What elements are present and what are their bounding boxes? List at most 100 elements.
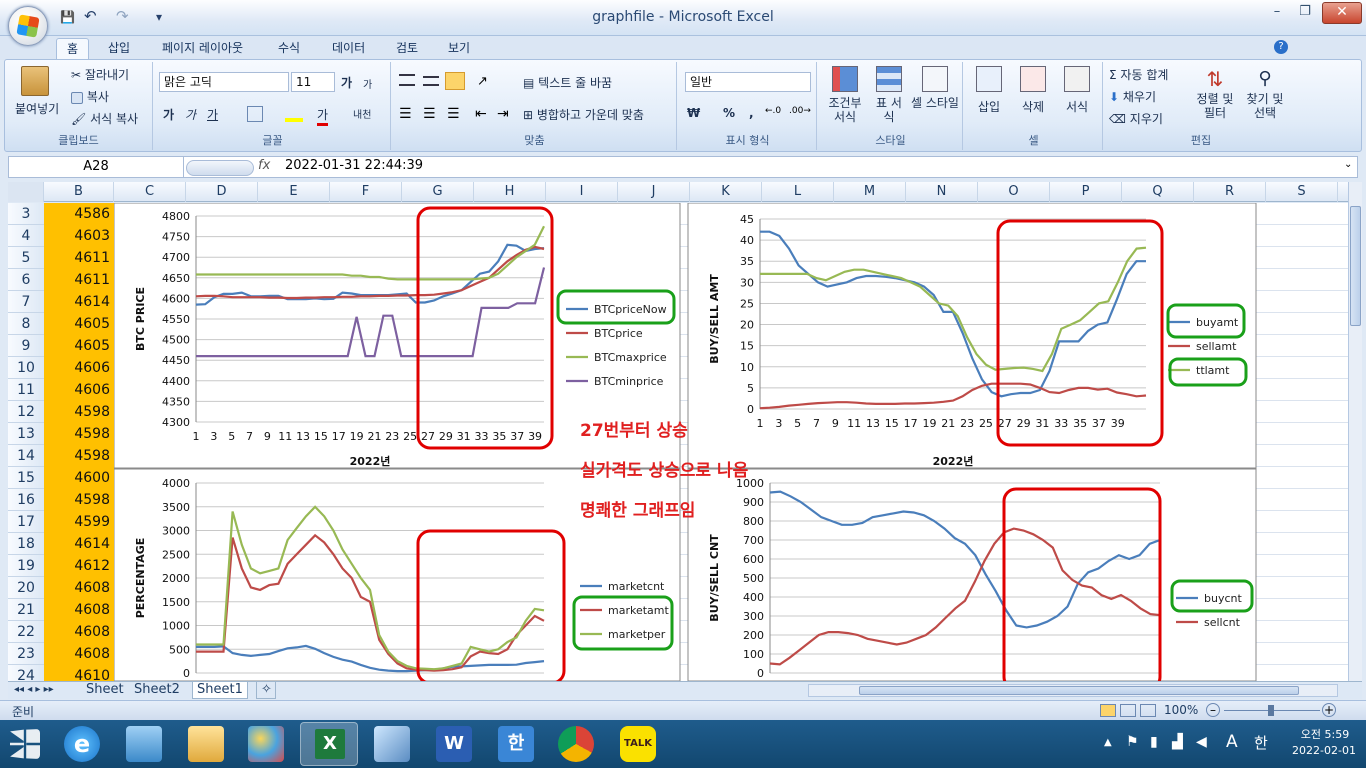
font-size-select[interactable]: 11	[291, 72, 335, 92]
col-header-h[interactable]: H	[474, 182, 546, 202]
wrap-text-button[interactable]: ▤ 텍스트 줄 바꿈	[523, 74, 612, 91]
cell-styles-button[interactable]: 셀 스타일	[911, 66, 959, 110]
decrease-indent-icon[interactable]: ⇤	[475, 106, 487, 122]
normal-view-icon[interactable]	[1100, 704, 1116, 717]
row-header[interactable]: 21	[8, 599, 44, 621]
currency-button[interactable]: ₩	[687, 106, 700, 120]
cell-b[interactable]: 4612	[74, 555, 110, 577]
restore-button[interactable]: ❐	[1294, 4, 1316, 24]
cell-b[interactable]: 4611	[74, 269, 110, 291]
align-bottom-icon[interactable]	[445, 72, 465, 90]
cell-b[interactable]: 4611	[74, 247, 110, 269]
row-header[interactable]: 22	[8, 621, 44, 643]
row-header[interactable]: 9	[8, 335, 44, 357]
col-header-o[interactable]: O	[978, 182, 1050, 202]
merge-center-button[interactable]: ⊞ 병합하고 가운데 맞춤	[523, 106, 644, 123]
row-header[interactable]: 4	[8, 225, 44, 247]
close-button[interactable]: ✕	[1322, 2, 1362, 24]
row-header[interactable]: 12	[8, 401, 44, 423]
col-header-k[interactable]: K	[690, 182, 762, 202]
bold-button[interactable]: 가	[163, 106, 174, 123]
ie-icon[interactable]: e	[64, 726, 100, 762]
cell-b[interactable]: 4598	[74, 423, 110, 445]
decrease-decimal-icon[interactable]: .00→	[789, 106, 811, 116]
help-icon[interactable]: ?	[1274, 40, 1288, 54]
expand-formula-icon[interactable]: ⌄	[1344, 159, 1352, 170]
borders-icon[interactable]	[247, 106, 263, 122]
battery-icon[interactable]: ▮	[1150, 734, 1158, 750]
tab-data[interactable]: 데이터	[322, 38, 375, 60]
grow-font-button[interactable]: 가	[341, 74, 352, 91]
align-left-icon[interactable]: ☰	[399, 106, 412, 122]
col-header-m[interactable]: M	[834, 182, 906, 202]
cell-b[interactable]: 4605	[74, 335, 110, 357]
excel-taskbar-button[interactable]: X	[300, 722, 358, 766]
row-header[interactable]: 11	[8, 379, 44, 401]
row-header[interactable]: 8	[8, 313, 44, 335]
flag-icon[interactable]: ⚑	[1126, 734, 1139, 750]
row-header[interactable]: 7	[8, 291, 44, 313]
customize-qat-icon[interactable]: ▾	[156, 10, 162, 26]
row-header[interactable]: 14	[8, 445, 44, 467]
col-header-n[interactable]: N	[906, 182, 978, 202]
insert-cells-button[interactable]: 삽입	[971, 66, 1007, 115]
cell-b[interactable]: 4608	[74, 621, 110, 643]
increase-indent-icon[interactable]: ⇥	[497, 106, 509, 122]
row-header[interactable]: 16	[8, 489, 44, 511]
row-header[interactable]: 18	[8, 533, 44, 555]
font-name-select[interactable]: 맑은 고딕	[159, 72, 289, 92]
insert-sheet-icon[interactable]: ✧	[256, 682, 276, 699]
control-panel-icon[interactable]	[126, 726, 162, 762]
minimize-button[interactable]: –	[1266, 4, 1288, 24]
row-header[interactable]: 19	[8, 555, 44, 577]
undo-icon[interactable]: ↶	[84, 7, 97, 25]
zoom-in-icon[interactable]: +	[1322, 703, 1336, 717]
hangul-icon[interactable]: 한	[498, 726, 534, 762]
row-header[interactable]: 23	[8, 643, 44, 665]
tab-review[interactable]: 검토	[386, 38, 428, 60]
start-button[interactable]	[10, 729, 40, 759]
copy-button[interactable]: 복사	[71, 88, 109, 105]
comma-button[interactable]: ,	[749, 106, 754, 120]
sheet-nav-icon[interactable]: ◂◂ ◂ ▸ ▸▸	[10, 682, 58, 699]
clock-time[interactable]: 오전 5:59	[1290, 726, 1360, 742]
cell-b[interactable]: 4598	[74, 489, 110, 511]
volume-icon[interactable]: ◀	[1196, 734, 1207, 750]
format-painter-button[interactable]: 🖌 서식 복사	[71, 110, 138, 127]
fill-color-icon[interactable]	[285, 106, 303, 122]
font-color-button[interactable]: 가	[317, 106, 329, 126]
tab-formulas[interactable]: 수식	[268, 38, 310, 60]
chrome-icon[interactable]	[558, 726, 594, 762]
paint-icon[interactable]	[248, 726, 284, 762]
word-icon[interactable]: W	[436, 726, 472, 762]
cell-b[interactable]: 4599	[74, 511, 110, 533]
row-header[interactable]: 13	[8, 423, 44, 445]
align-top-icon[interactable]	[399, 74, 415, 86]
tab-page-layout[interactable]: 페이지 레이아웃	[152, 38, 253, 60]
notepad-icon[interactable]	[374, 726, 410, 762]
shrink-font-button[interactable]: 가	[363, 76, 372, 91]
horizontal-scrollbar[interactable]	[808, 684, 1338, 697]
col-header-p[interactable]: P	[1050, 182, 1122, 202]
cell-b[interactable]: 4608	[74, 577, 110, 599]
percent-button[interactable]: %	[723, 106, 735, 120]
redo-icon[interactable]: ↷	[116, 7, 129, 25]
align-center-icon[interactable]: ☰	[423, 106, 436, 122]
cell-b[interactable]: 4605	[74, 313, 110, 335]
language-indicator[interactable]: 한	[1254, 732, 1268, 753]
formula-input[interactable]: 2022-01-31 22:44:39	[285, 158, 423, 173]
vertical-scrollbar[interactable]	[1348, 182, 1362, 682]
tab-home[interactable]: 홈	[56, 38, 90, 60]
clock-date[interactable]: 2022-02-01	[1286, 744, 1362, 757]
col-header-q[interactable]: Q	[1122, 182, 1194, 202]
align-right-icon[interactable]: ☰	[447, 106, 460, 122]
row-header[interactable]: 3	[8, 203, 44, 225]
sheet-tab-sheet[interactable]: Sheet	[82, 682, 128, 699]
cell-b[interactable]: 4608	[74, 643, 110, 665]
cut-button[interactable]: ✂ 잘라내기	[71, 66, 129, 83]
orientation-icon[interactable]: ↗	[477, 74, 488, 89]
col-header-e[interactable]: E	[258, 182, 330, 202]
row-header[interactable]: 6	[8, 269, 44, 291]
cell-b[interactable]: 4586	[74, 203, 110, 225]
page-layout-view-icon[interactable]	[1120, 704, 1136, 717]
